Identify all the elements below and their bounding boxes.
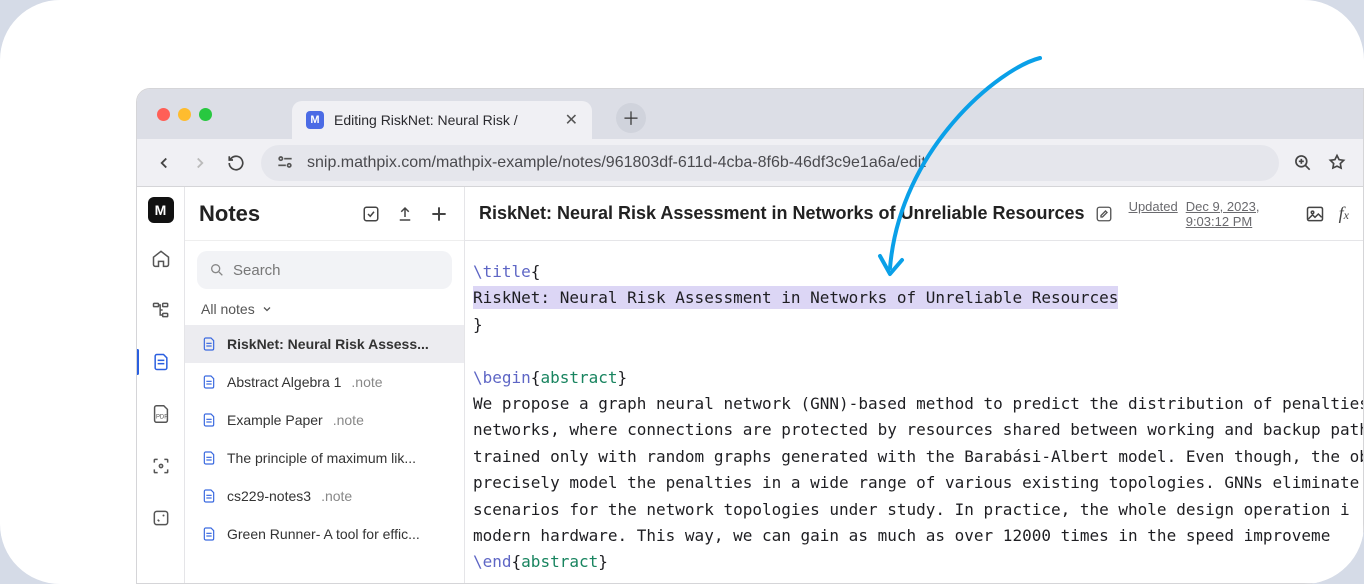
function-icon[interactable]: fx xyxy=(1339,203,1349,224)
toolbar-right xyxy=(1293,153,1347,173)
new-tab-button[interactable]: ＋ xyxy=(616,103,646,133)
chevron-down-icon xyxy=(261,303,273,315)
browser-toolbar: snip.mathpix.com/mathpix-example/notes/9… xyxy=(137,139,1363,187)
file-icon xyxy=(201,412,217,428)
url-text: snip.mathpix.com/mathpix-example/notes/9… xyxy=(307,154,1265,172)
note-label: cs229-notes3 xyxy=(227,488,311,504)
notes-head: Notes xyxy=(185,187,464,241)
home-icon[interactable] xyxy=(144,241,178,275)
tex-begin-cmd: \begin xyxy=(473,368,531,387)
all-notes-label: All notes xyxy=(201,301,255,317)
app-logo-icon[interactable] xyxy=(148,197,174,223)
tab-close-icon[interactable]: ✕ xyxy=(565,110,578,130)
maximize-window-icon[interactable] xyxy=(199,108,212,121)
icon-rail: PDF xyxy=(137,187,185,583)
tree-icon[interactable] xyxy=(144,293,178,327)
title-text-highlight: RiskNet: Neural Risk Assessment in Netwo… xyxy=(473,286,1118,309)
updated-time: Dec 9, 2023, 9:03:12 PM xyxy=(1186,199,1295,229)
search-icon xyxy=(209,262,225,278)
bookmark-star-icon[interactable] xyxy=(1327,153,1347,173)
file-icon xyxy=(201,374,217,390)
forward-button[interactable] xyxy=(189,152,211,174)
abstract-body: We propose a graph neural network (GNN)-… xyxy=(473,394,1363,545)
note-label: The principle of maximum lik... xyxy=(227,450,416,466)
notes-panel: Notes Search All notes xyxy=(185,187,465,583)
file-icon xyxy=(201,526,217,542)
all-notes-dropdown[interactable]: All notes xyxy=(185,297,464,325)
brace-open: { xyxy=(531,262,541,281)
brace-close: } xyxy=(598,552,608,571)
note-list-item[interactable]: RiskNet: Neural Risk Assess... xyxy=(185,325,464,363)
note-list-item[interactable]: Abstract Algebra 1 .note xyxy=(185,363,464,401)
edit-title-icon[interactable] xyxy=(1095,205,1113,223)
close-window-icon[interactable] xyxy=(157,108,170,121)
browser-tab-active[interactable]: Editing RiskNet: Neural Risk / ✕ xyxy=(292,101,592,139)
tex-title-cmd: \title xyxy=(473,262,531,281)
note-label: RiskNet: Neural Risk Assess... xyxy=(227,336,429,352)
tab-title: Editing RiskNet: Neural Risk / xyxy=(334,112,518,128)
zoom-icon[interactable] xyxy=(1293,153,1313,173)
note-list-item[interactable]: The principle of maximum lik... xyxy=(185,439,464,477)
url-bar[interactable]: snip.mathpix.com/mathpix-example/notes/9… xyxy=(261,145,1279,181)
note-suffix: .note xyxy=(333,412,364,428)
document-title: RiskNet: Neural Risk Assessment in Netwo… xyxy=(479,203,1085,224)
archive-icon[interactable] xyxy=(144,501,178,535)
note-list-item[interactable]: Example Paper .note xyxy=(185,401,464,439)
editor-head: RiskNet: Neural Risk Assessment in Netwo… xyxy=(465,187,1363,241)
brace-close: } xyxy=(618,368,628,387)
editor-head-right: fx xyxy=(1305,203,1349,224)
file-icon xyxy=(201,488,217,504)
note-label: Abstract Algebra 1 xyxy=(227,374,341,390)
app-area: PDF Notes xyxy=(137,187,1363,583)
site-settings-icon[interactable] xyxy=(275,152,297,174)
tab-strip: Editing RiskNet: Neural Risk / ✕ ＋ xyxy=(137,89,1363,139)
tab-favicon-icon xyxy=(306,111,324,129)
window-controls xyxy=(157,108,212,121)
notes-title: Notes xyxy=(199,201,348,227)
file-icon xyxy=(201,450,217,466)
search-input[interactable]: Search xyxy=(197,251,452,289)
note-list-item[interactable]: Green Runner- A tool for effic... xyxy=(185,515,464,553)
minimize-window-icon[interactable] xyxy=(178,108,191,121)
notes-icon[interactable] xyxy=(144,345,178,379)
scan-icon[interactable] xyxy=(144,449,178,483)
brace-open: { xyxy=(512,552,522,571)
back-button[interactable] xyxy=(153,152,175,174)
updated-label: Updated xyxy=(1129,199,1178,229)
tex-abstract-arg: abstract xyxy=(540,368,617,387)
reload-button[interactable] xyxy=(225,152,247,174)
add-note-button[interactable] xyxy=(428,203,450,225)
note-suffix: .note xyxy=(351,374,382,390)
image-icon[interactable] xyxy=(1305,204,1325,224)
select-mode-icon[interactable] xyxy=(360,203,382,225)
tex-abstract-arg: abstract xyxy=(521,552,598,571)
svg-text:PDF: PDF xyxy=(155,415,167,421)
pdf-icon[interactable]: PDF xyxy=(144,397,178,431)
note-label: Green Runner- A tool for effic... xyxy=(227,526,420,542)
note-list-item[interactable]: cs229-notes3 .note xyxy=(185,477,464,515)
brace-open: { xyxy=(531,368,541,387)
brace-close: } xyxy=(473,315,483,334)
editor-panel: RiskNet: Neural Risk Assessment in Netwo… xyxy=(465,187,1363,583)
search-placeholder: Search xyxy=(233,262,281,279)
browser-window: Editing RiskNet: Neural Risk / ✕ ＋ snip.… xyxy=(136,88,1364,584)
code-area[interactable]: \title{ RiskNet: Neural Risk Assessment … xyxy=(465,241,1363,583)
updated-meta[interactable]: Updated Dec 9, 2023, 9:03:12 PM xyxy=(1129,199,1295,229)
note-list: RiskNet: Neural Risk Assess... Abstract … xyxy=(185,325,464,553)
note-suffix: .note xyxy=(321,488,352,504)
file-icon xyxy=(201,336,217,352)
upload-icon[interactable] xyxy=(394,203,416,225)
tex-end-cmd: \end xyxy=(473,552,512,571)
note-label: Example Paper xyxy=(227,412,323,428)
page-frame: Editing RiskNet: Neural Risk / ✕ ＋ snip.… xyxy=(0,0,1364,584)
